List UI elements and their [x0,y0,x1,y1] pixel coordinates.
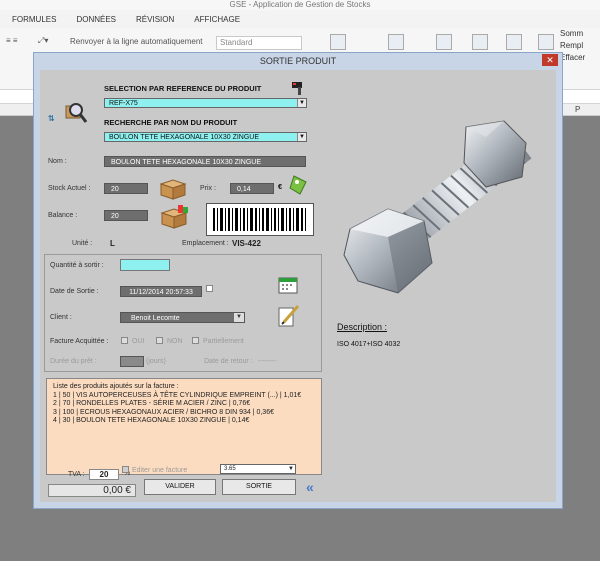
oui-label: OUI [132,338,145,345]
wrap-text-button[interactable]: Renvoyer à la ligne automatiquement [70,37,203,46]
unite-label: Unité : [72,240,93,247]
retour-label: Date de retour : [204,358,253,365]
stock-label: Stock Actuel : [48,185,91,192]
editing-group: Somm Rempl Effacer [560,28,600,90]
sortie-produit-dialog: SORTIE PRODUIT ✕ ⇅ SELECTION PAR REFEREN… [33,52,563,509]
calendar-icon[interactable] [278,276,298,294]
date-label: Date de Sortie : [50,288,99,295]
name-section-label: RECHERCHE PAR NOM DU PRODUIT [104,118,238,127]
non-checkbox[interactable] [156,337,163,344]
stock-balance-icon [160,205,188,229]
total-amount: 0,00 € [48,484,136,497]
nom-label: Nom : [48,158,67,165]
prix-label: Prix : [200,185,216,192]
balance-field: 20 [104,210,148,221]
product-image [343,120,532,294]
close-icon[interactable]: ✕ [542,54,558,66]
jours-label: (jours) [146,358,166,365]
dialog-title: SORTIE PRODUIT [34,53,562,70]
description-text: ISO 4017+ISO 4032 [337,341,401,348]
price-tag-icon [289,175,307,195]
valider-button[interactable]: VALIDER [144,479,216,495]
list-item[interactable]: 4 | 30 | BOULON TETE HEXAGONALE 10X30 ZI… [53,417,315,426]
list-item[interactable]: 1 | 50 | VIS AUTOPERCEUSES À TÊTE CYLIND… [53,392,315,401]
clear-button[interactable]: Effacer [560,52,600,64]
search-icon [65,103,88,123]
client-label: Client : [50,314,72,321]
sortie-button[interactable]: SORTIE [222,479,296,495]
ref-combo-value: REF-X75 [109,100,138,107]
edit-client-icon[interactable] [276,302,302,328]
tab-donnees[interactable]: DONNÉES [76,15,116,24]
tab-revision[interactable]: RÉVISION [136,15,174,24]
client-value: Benoit Lecomte [131,315,180,322]
cell-style-icon[interactable] [436,34,452,50]
quantite-label: Quantité à sortir : [50,262,104,269]
align-icon[interactable]: ≡ ≡ [6,36,18,45]
invoice-number-value: 3.65 [224,466,236,472]
tva-label: TVA : [68,471,85,478]
oui-checkbox[interactable] [121,337,128,344]
barcode-image [206,203,314,236]
editer-facture-label: Editer une facture [132,467,188,474]
emplacement-value: VIS-422 [232,239,261,248]
invoice-list[interactable]: Liste des produits ajoutés sur la factur… [46,378,322,475]
client-combo[interactable]: Benoit Lecomte ▼ [120,312,245,323]
list-item[interactable]: 2 | 70 | RONDELLES PLATES - SÉRIE M ACIE… [53,400,315,409]
column-p: P [575,105,581,114]
ribbon-tabs: FORMULES DONNÉES RÉVISION AFFICHAGE [0,10,600,28]
stock-field: 20 [104,183,148,194]
date-field: 11/12/2014 20:57:33 [120,286,202,297]
partiellement-checkbox[interactable] [192,337,199,344]
ref-section-label: SELECTION PAR REFERENCE DU PRODUIT [104,84,262,93]
insert-cells-icon[interactable] [472,34,488,50]
chevron-down-icon[interactable]: ▼ [297,99,306,107]
chevron-down-icon[interactable]: ▼ [287,465,295,473]
name-combo[interactable]: BOULON TETE HEXAGONALE 10X30 ZINGUE ▼ [104,132,307,142]
chevron-down-icon[interactable]: ▼ [234,313,244,322]
emplacement-label: Emplacement : [182,240,229,247]
fill-button[interactable]: Rempl [560,40,600,52]
conditional-format-icon[interactable] [330,34,346,50]
format-cells-icon[interactable] [538,34,554,50]
chevron-down-icon[interactable]: ▼ [297,133,306,141]
balance-label: Balance : [48,212,78,219]
ref-combo[interactable]: REF-X75 ▼ [104,98,307,108]
name-combo-value: BOULON TETE HEXAGONALE 10X30 ZINGUE [109,134,260,141]
dialog-body: ⇅ SELECTION PAR REFERENCE DU PRODUIT REF… [40,70,556,502]
nom-field: BOULON TETE HEXAGONALE 10X30 ZINGUE [104,156,306,167]
tva-input[interactable]: 20 [89,469,119,480]
delete-cells-icon[interactable] [506,34,522,50]
non-label: NON [167,338,183,345]
autosum-button[interactable]: Somm [560,28,600,40]
tab-affichage[interactable]: AFFICHAGE [194,15,240,24]
invoice-number-select[interactable]: 3.65 ▼ [220,464,296,474]
list-header: Liste des produits ajoutés sur la factur… [53,383,179,390]
duree-field[interactable] [120,356,144,367]
barcode-scanner-icon [292,82,302,95]
table-format-icon[interactable] [388,34,404,50]
date-checkbox[interactable] [206,285,213,292]
duree-label: Durée du prêt : [50,358,97,365]
quantite-input[interactable] [120,259,170,271]
window-title: GSE - Application de Gestion de Stocks [0,0,600,10]
retour-value: -------- [258,358,277,365]
refresh-icon[interactable]: ⇅ [48,114,55,123]
number-format-combo[interactable]: Standard [216,36,302,50]
list-item[interactable]: 3 | 100 | ECROUS HEXAGONAUX ACIER / BICH… [53,409,315,418]
box-icon [159,179,187,200]
euro-sign: € [278,182,283,191]
unite-value: L [110,239,115,248]
orientation-icon[interactable]: ⤢▾ [38,36,48,46]
partiellement-label: Partiellement [203,338,244,345]
editer-facture-checkbox[interactable] [122,466,129,473]
collapse-chevron-icon[interactable]: « [306,479,314,495]
description-title: Description : [337,322,388,332]
prix-field: 0,14 [230,183,274,194]
facture-label: Facture Acquittée : [50,338,109,345]
tab-formules[interactable]: FORMULES [12,15,56,24]
